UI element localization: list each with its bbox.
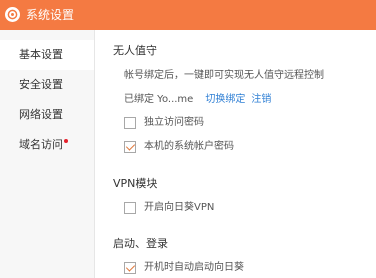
bound-account-label: 已绑定 Yo...me bbox=[124, 94, 194, 105]
window-title: 系统设置 bbox=[26, 8, 75, 22]
auto-start-checkbox[interactable] bbox=[124, 262, 136, 274]
settings-content: 无人值守 帐号绑定后，一键即可实现无人值守远程控制 已绑定 Yo...me 切换绑… bbox=[95, 30, 376, 278]
app-logo-icon bbox=[5, 7, 20, 22]
logout-link[interactable]: 注销 bbox=[251, 94, 271, 105]
sidebar-item-network[interactable]: 网络设置 bbox=[0, 100, 94, 130]
startup-section-title: 启动、登录 bbox=[113, 237, 168, 250]
option-label: 独立访问密码 bbox=[144, 117, 204, 128]
sidebar-item-label: 安全设置 bbox=[19, 78, 63, 91]
vpn-section-title: VPN模块 bbox=[113, 177, 158, 190]
system-account-password-option[interactable]: 本机的系统帐户密码 bbox=[124, 141, 234, 153]
independent-password-option[interactable]: 独立访问密码 bbox=[124, 117, 204, 129]
independent-password-checkbox[interactable] bbox=[124, 117, 136, 129]
sidebar-item-label: 基本设置 bbox=[19, 48, 63, 61]
title-bar: 系统设置 bbox=[0, 0, 376, 30]
option-label: 开启向日葵VPN bbox=[144, 202, 215, 213]
sidebar-item-security[interactable]: 安全设置 bbox=[0, 70, 94, 100]
settings-window: 系统设置 基本设置 安全设置 网络设置 域名访问 无人值守 帐号绑定后，一键即可… bbox=[0, 0, 376, 278]
option-label: 开机时自动启动向日葵 bbox=[144, 262, 244, 273]
switch-binding-link[interactable]: 切换绑定 bbox=[205, 94, 245, 105]
sidebar-item-domain-access[interactable]: 域名访问 bbox=[0, 130, 94, 160]
unattended-section-title: 无人值守 bbox=[113, 44, 157, 57]
option-label: 本机的系统帐户密码 bbox=[144, 141, 234, 152]
unattended-description: 帐号绑定后，一键即可实现无人值守远程控制 bbox=[124, 70, 324, 81]
sidebar-item-basic[interactable]: 基本设置 bbox=[0, 40, 94, 70]
enable-vpn-checkbox[interactable] bbox=[124, 202, 136, 214]
sidebar-item-label: 域名访问 bbox=[19, 138, 63, 151]
auto-start-option[interactable]: 开机时自动启动向日葵 bbox=[124, 262, 244, 274]
settings-sidebar: 基本设置 安全设置 网络设置 域名访问 bbox=[0, 30, 95, 278]
system-account-password-checkbox[interactable] bbox=[124, 141, 136, 153]
enable-vpn-option[interactable]: 开启向日葵VPN bbox=[124, 202, 214, 214]
sidebar-item-label: 网络设置 bbox=[19, 108, 63, 121]
bound-account-row: 已绑定 Yo...me 切换绑定 注销 bbox=[124, 94, 271, 106]
notification-dot-icon bbox=[64, 139, 68, 143]
